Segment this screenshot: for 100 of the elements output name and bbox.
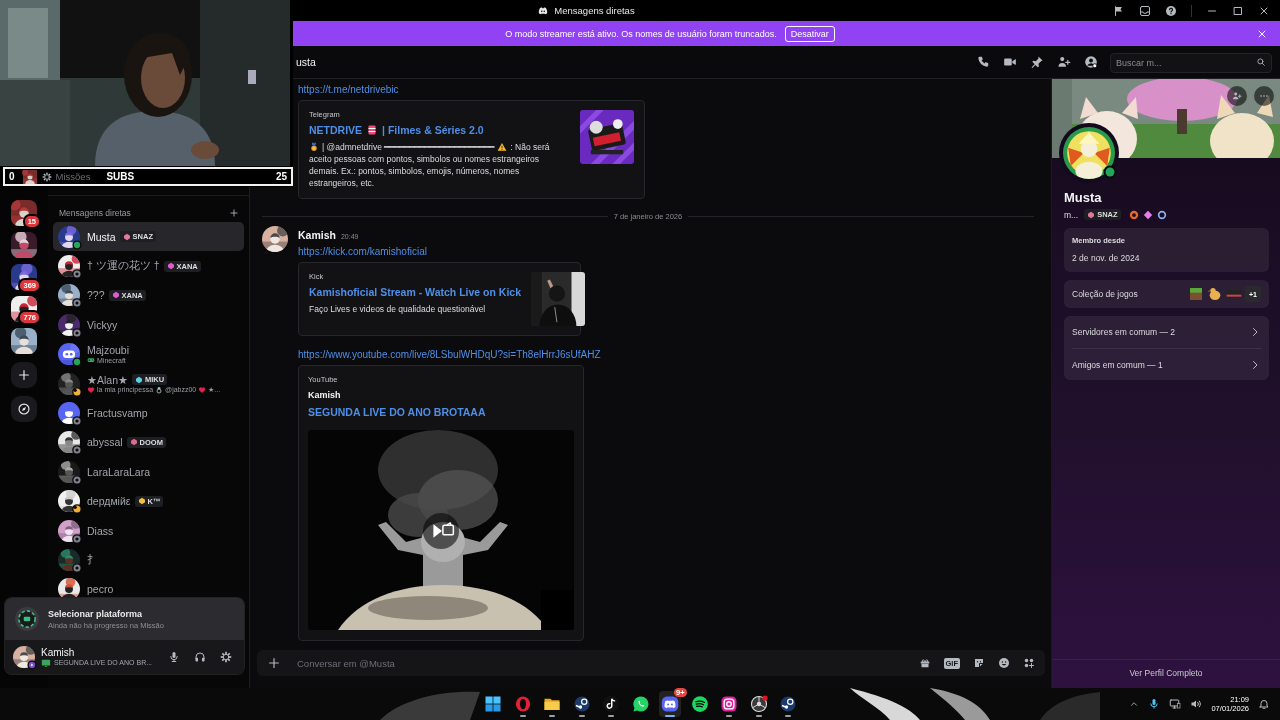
embed-description: aceito pessoas com pontos, simbolos ou nomes estrangeiros demais. Ex.: pontos, simbolos, emojis, números, nomes estrangeiros, etc. (309, 153, 541, 189)
maximize-icon[interactable] (1232, 4, 1244, 17)
contact-name: ★Alan★ (87, 373, 128, 386)
sound-waves-icon (690, 695, 709, 713)
conversation-item[interactable]: Diass (53, 515, 244, 546)
link[interactable]: https://kick.com/kamishoficial (298, 246, 427, 257)
subs-label: SUBS (106, 171, 136, 182)
sticker-icon[interactable] (973, 657, 985, 669)
contact-name: dердмійε (87, 495, 131, 508)
counter: 0 (9, 171, 15, 182)
medal-icon (309, 142, 319, 152)
streamer-mode-notice: O modo streamer está ativo. Os nomes de usuário foram truncados. (505, 28, 777, 39)
headphones-icon[interactable] (194, 651, 206, 663)
quest-title: Selecionar plataforma (48, 608, 144, 619)
contact-name: Diass (87, 524, 114, 537)
apps-icon[interactable] (1023, 657, 1035, 669)
conversation-title: usta (296, 56, 317, 68)
chat-bubble-icon (631, 695, 650, 713)
heart-icon (87, 385, 95, 394)
plus-icon (17, 368, 31, 382)
ring-icon (513, 695, 532, 713)
add-server-button[interactable] (11, 362, 37, 388)
member-since-date: 2 de nov. de 2024 (1072, 253, 1141, 263)
phone-icon[interactable] (976, 55, 990, 69)
speaker-icon[interactable] (1190, 698, 1203, 710)
conversation-item[interactable]: Fractusvamp (53, 398, 244, 428)
embed-description: : Não será (510, 141, 550, 153)
network-icon[interactable] (1169, 698, 1182, 710)
emoji-icon[interactable] (998, 657, 1010, 669)
contact-name: † ツ運の花ツ † (87, 259, 160, 274)
contact-name: pecro (87, 583, 114, 596)
conversation-item[interactable]: ⺘ (53, 545, 244, 575)
mutual-link[interactable]: Amigos em comum — 1 (1072, 348, 1261, 380)
plus-icon[interactable] (229, 208, 239, 218)
add-user-icon[interactable] (1057, 55, 1071, 69)
plus-icon[interactable] (267, 656, 281, 670)
section-title: Mensagens diretas (59, 208, 131, 218)
contact-name: LaraLaraLara (87, 465, 151, 478)
window-title: Mensagens diretas (554, 5, 635, 16)
gift-icon[interactable] (918, 657, 931, 669)
subs-count: 25 (275, 171, 287, 182)
heart-icon (198, 385, 207, 394)
embed-title-link[interactable]: SEGUNDA LIVE DO ANO BROTAAA (308, 406, 574, 418)
mutual-link[interactable]: Servidores em comum — 2 (1072, 316, 1261, 348)
full-profile-link[interactable]: Ver Perfil Completo (1123, 667, 1209, 679)
embed-title-link[interactable]: NETDRIVE (309, 124, 363, 136)
pin-icon[interactable] (1030, 55, 1044, 69)
chevron-up-icon[interactable] (1129, 699, 1140, 709)
disable-button[interactable]: Desativar (784, 25, 835, 42)
conversation-item[interactable]: LaraLaraLara (53, 457, 244, 487)
flag-icon[interactable] (1113, 4, 1125, 17)
microphone-icon[interactable] (1148, 698, 1161, 710)
contact-name: Vickyy (87, 318, 118, 331)
message-input[interactable]: Conversar em @Musta (295, 656, 919, 670)
steam-icon (572, 695, 591, 713)
profile-icon[interactable] (1084, 55, 1098, 69)
start-icon (484, 695, 502, 713)
embed-title-link[interactable]: Kamishoficial Stream - Watch Live on Kick (309, 286, 521, 298)
user-name: Kamish (41, 646, 76, 658)
ring-badge-icon (1156, 209, 1167, 220)
close-icon[interactable] (1256, 28, 1268, 40)
music-note-icon (602, 695, 620, 713)
contact-name: Majzoubi (87, 344, 130, 357)
search-icon (1256, 57, 1266, 67)
author-name[interactable]: Kamish (298, 229, 336, 241)
link[interactable]: https://t.me/netdrivebic (298, 84, 399, 95)
contact-name: ??? (87, 289, 105, 302)
discover-button[interactable] (11, 396, 37, 422)
contact-name: Musta (87, 230, 116, 243)
contact-name: ⺘ (87, 553, 98, 567)
bird-icon (1207, 286, 1223, 302)
ticket-icon (366, 124, 379, 136)
embed-author: Kamish (308, 390, 342, 400)
link[interactable]: https://www.youtube.com/live/8LSbulWHDqU?si=Th8elHrrJ6sUfAHZ (298, 349, 601, 360)
conversation-item[interactable]: Vickyy (53, 310, 244, 340)
warning-icon (497, 142, 508, 152)
cube-icon (1188, 286, 1204, 302)
compass-icon (17, 402, 31, 416)
embed-title-link[interactable]: | Filmes & Séries 2.0 (382, 124, 484, 136)
settings-icon[interactable] (220, 651, 232, 663)
username: m... (1064, 209, 1079, 220)
inbox-icon[interactable] (1139, 4, 1151, 17)
screen-icon (41, 657, 51, 668)
display-name: Musta (1064, 190, 1103, 205)
microphone-icon[interactable] (168, 651, 180, 663)
quest-icon (14, 606, 40, 632)
contact-name: abyssal (87, 436, 123, 449)
gear-icon (41, 171, 52, 182)
search-field[interactable]: Buscar m... (1110, 53, 1272, 73)
help-icon[interactable] (1165, 4, 1177, 17)
card-label: Coleção de jogos (1072, 289, 1138, 299)
contact-name: Fractusvamp (87, 407, 148, 420)
embed-description: | @admnetdrive ━━━━━━━━━━━━━━━━━━━━━━ (322, 141, 495, 153)
coin-badge-icon (1128, 209, 1139, 220)
diamond-icon (1142, 209, 1153, 220)
play-icon[interactable] (422, 512, 460, 550)
app-logo-icon (538, 5, 549, 16)
missions-label: Missões (55, 171, 91, 182)
embed-description: Faço Lives e videos de qualidade questionável (309, 303, 487, 315)
bell-icon[interactable] (1258, 698, 1270, 710)
